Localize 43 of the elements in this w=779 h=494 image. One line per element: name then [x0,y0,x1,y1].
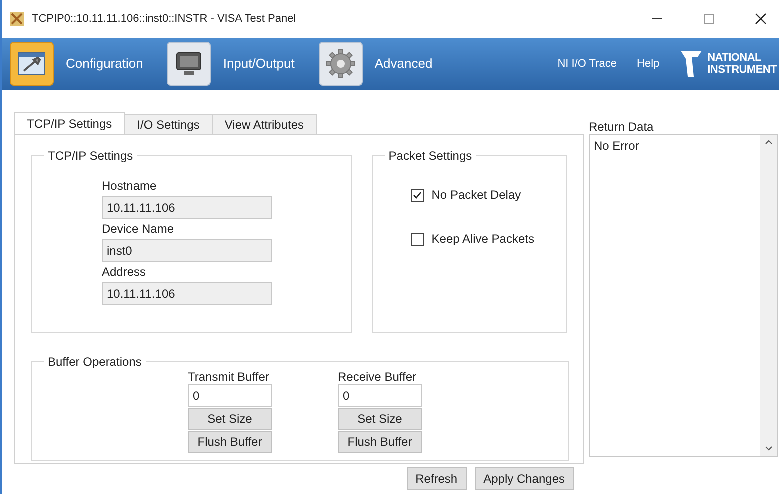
scroll-up-icon[interactable] [764,139,772,145]
return-data-label: Return Data [589,119,655,134]
tab[interactable]: View Attributes [212,114,318,135]
monitor-icon [175,51,204,77]
toolbar-button[interactable]: Input/Output [167,42,295,86]
buffer-button[interactable]: Flush Buffer [338,431,422,453]
buffer-button[interactable]: Set Size [338,408,422,430]
input-field[interactable]: 10.11.11.106 [102,196,272,219]
close-icon[interactable] [755,13,767,25]
toolbar-link[interactable]: Help [637,56,660,72]
buffer-button[interactable]: Flush Buffer [188,431,272,453]
logo-text: INSTRUMENT [708,64,777,76]
field-label: Device Name [102,221,176,238]
toolbar-button[interactable]: Configuration [10,42,144,86]
tab[interactable]: TCP/IP Settings [14,112,126,135]
app-icon [10,12,24,26]
tab[interactable]: I/O Settings [125,114,213,135]
field-label: Hostname [102,178,158,195]
logo-text: NATIONAL [708,52,762,64]
action-button[interactable]: Apply Changes [474,467,574,490]
checkbox[interactable] [410,232,424,246]
checkbox-label: Keep Alive Packets [432,231,534,248]
input-field[interactable]: 10.11.11.106 [102,282,272,305]
field-label: Receive Buffer [338,369,418,384]
checkbox[interactable] [410,188,424,202]
buffer-button[interactable]: Set Size [188,408,272,430]
gear-icon [326,49,356,79]
eagle-logo-icon [680,49,704,79]
action-button[interactable]: Refresh [406,467,467,490]
field-label: Transmit Buffer [188,369,270,384]
toolbar-button[interactable]: Advanced [318,42,433,86]
input-field[interactable]: 0 [338,384,422,407]
field-label: Address [102,264,148,281]
scroll-down-icon[interactable] [764,446,772,452]
window-title: TCPIP0::10.11.11.106::inst0::INSTR - VISA Test Panel [32,12,296,27]
toolbar-link[interactable]: NI I/O Trace [558,56,618,72]
scrollbar[interactable] [760,135,777,456]
settings-window-icon [18,52,46,76]
return-data-text: No Error [593,138,640,155]
checkbox-label: No Packet Delay [432,187,522,204]
input-field[interactable]: 0 [188,384,272,407]
maximize-icon[interactable] [703,13,715,25]
input-field[interactable]: inst0 [102,239,272,262]
